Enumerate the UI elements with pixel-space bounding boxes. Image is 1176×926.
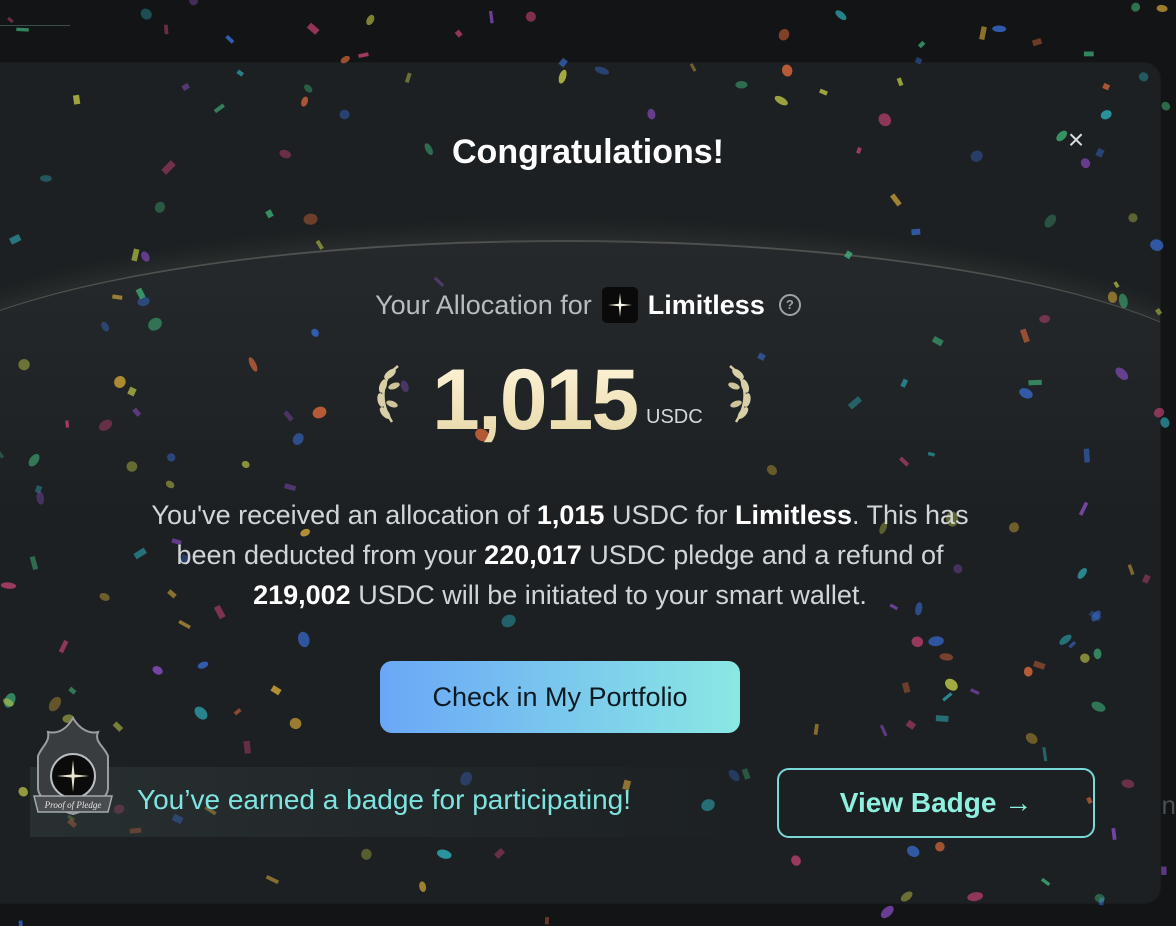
- desc-text-5: USDC will be initiated to your smart wal…: [350, 580, 867, 610]
- allocation-amount: 1,015: [432, 352, 639, 448]
- help-icon[interactable]: ?: [778, 294, 801, 316]
- allocation-amount-display: 1,015 USDC: [368, 350, 758, 450]
- check-portfolio-button[interactable]: Check in My Portfolio: [380, 661, 740, 733]
- desc-allocation-amount: 1,015: [536, 500, 605, 530]
- limitless-logo-icon: [601, 287, 638, 323]
- laurel-left-icon: [368, 360, 408, 435]
- view-badge-button[interactable]: View Badge →: [777, 768, 1095, 838]
- allocation-prefix: Your Allocation for: [375, 289, 592, 320]
- badge-earned-text: You’ve earned a badge for participating!: [137, 784, 631, 815]
- allocation-description: You've received an allocation of 1,015 U…: [130, 495, 990, 615]
- close-icon[interactable]: ×: [1060, 124, 1092, 156]
- proof-of-pledge-badge-icon: Proof of Pledge: [28, 716, 118, 831]
- backdrop-edge-text: n: [1161, 790, 1176, 820]
- desc-project-name: Limitless: [734, 500, 853, 530]
- modal-title: Congratulations!: [452, 133, 724, 171]
- desc-pledge-amount: 220,017: [484, 540, 582, 570]
- desc-text-1: You've received an allocation of: [151, 500, 537, 530]
- allocation-heading: Your Allocation for Limitless ?: [0, 285, 1176, 325]
- desc-refund-amount: 219,002: [253, 580, 351, 610]
- desc-text-4: USDC pledge and a refund of: [581, 540, 944, 570]
- backdrop-divider: [0, 25, 70, 26]
- allocation-unit: USDC: [646, 406, 703, 428]
- desc-text-2: USDC for: [604, 500, 735, 530]
- badge-ribbon-text: Proof of Pledge: [44, 800, 102, 810]
- project-name: Limitless: [647, 289, 765, 320]
- laurel-right-icon: [720, 360, 760, 435]
